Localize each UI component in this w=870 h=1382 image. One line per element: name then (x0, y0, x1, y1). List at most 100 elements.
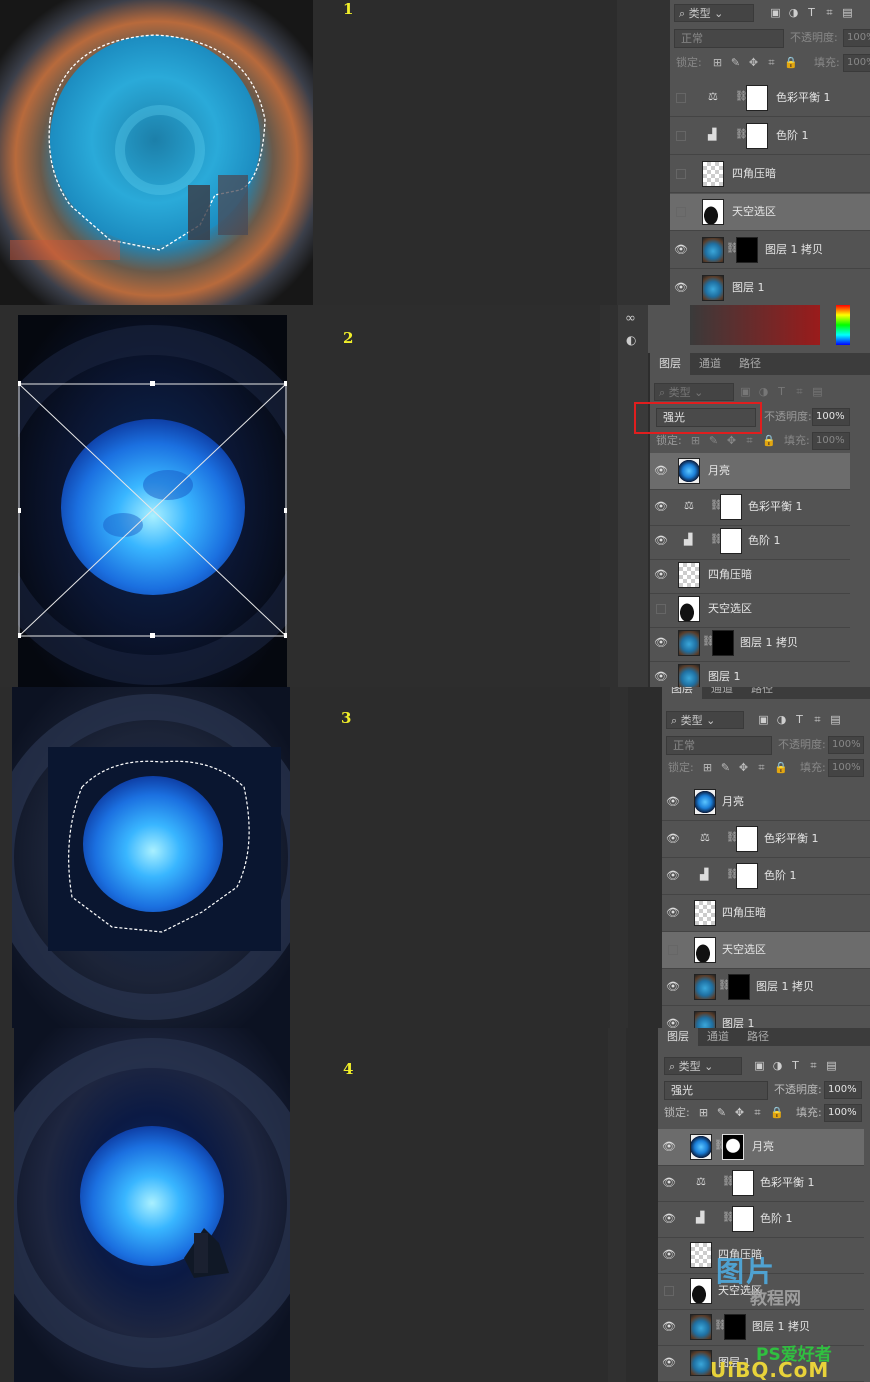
opacity-field[interactable]: 100% (812, 408, 850, 426)
visibility-box[interactable] (676, 169, 686, 179)
eye-icon[interactable]: 👁 (666, 1017, 680, 1028)
eye-icon[interactable]: 👁 (654, 636, 668, 650)
layer-mask-thumb[interactable] (736, 237, 758, 263)
smart-object-filter-icon[interactable]: ▤ (826, 1057, 837, 1075)
eye-icon[interactable]: 👁 (662, 1212, 676, 1226)
visibility-box[interactable] (656, 604, 666, 614)
eye-icon[interactable]: 👁 (662, 1320, 676, 1334)
layer-thumb[interactable] (694, 974, 716, 1000)
type-filter-icon[interactable]: T (806, 4, 817, 22)
layer-name[interactable]: 天空选区 (722, 942, 766, 958)
layer-name[interactable]: 图层 1 拷贝 (740, 635, 798, 651)
tab-paths[interactable]: 路径 (738, 1028, 778, 1046)
tab-channels[interactable]: 通道 (690, 353, 730, 375)
layer-thumb[interactable] (702, 275, 724, 301)
layer-row-vignette[interactable]: 👁 四角压暗 (650, 557, 850, 594)
layer-name[interactable]: 色彩平衡 1 (760, 1175, 815, 1191)
layer-name[interactable]: 色彩平衡 1 (764, 831, 819, 847)
layer-name[interactable]: 色阶 1 (776, 128, 809, 144)
lock-artboard-icon[interactable]: ⌗ (756, 759, 767, 777)
layer-row-color-balance[interactable]: 👁 ⚖ ⛓ 色彩平衡 1 (662, 821, 870, 858)
blend-mode-select[interactable]: 正常 (666, 736, 772, 755)
eye-icon[interactable]: 👁 (662, 1176, 676, 1190)
shape-filter-icon[interactable]: ⌗ (824, 4, 835, 22)
fill-field[interactable]: 100% (824, 1104, 862, 1122)
layer-thumb[interactable] (702, 161, 724, 187)
layer-name[interactable]: 色阶 1 (748, 533, 781, 549)
cc-libraries-icon[interactable]: ∞ (625, 311, 636, 326)
layer-row-moon[interactable]: 👁 月亮 (650, 453, 850, 490)
visibility-box[interactable] (664, 1286, 674, 1296)
tab-channels[interactable]: 通道 (698, 1028, 738, 1046)
layer-thumb[interactable] (694, 1011, 716, 1028)
layer-name[interactable]: 图层 1 拷贝 (765, 242, 823, 258)
filter-kind-select[interactable]: ⌕ 类型 ⌄ (654, 383, 734, 401)
tab-layers[interactable]: 图层 (650, 353, 690, 375)
layer-row-color-balance[interactable]: 👁 ⚖ ⛓ 色彩平衡 1 (658, 1165, 864, 1202)
lock-paint-icon[interactable]: ✎ (720, 759, 731, 777)
adjustment-filter-icon[interactable]: ◑ (758, 383, 769, 401)
lock-all-icon[interactable]: 🔒 (784, 54, 798, 72)
layer-name[interactable]: 色阶 1 (764, 868, 797, 884)
layer-row-moon[interactable]: 👁 月亮 (662, 784, 870, 821)
layer-mask-thumb[interactable] (724, 1314, 746, 1340)
lock-transparent-icon[interactable]: ⊞ (698, 1104, 709, 1122)
hue-slider[interactable] (836, 305, 850, 345)
layer-mask-thumb[interactable] (728, 974, 750, 1000)
lock-move-icon[interactable]: ✥ (734, 1104, 745, 1122)
visibility-box[interactable] (676, 131, 686, 141)
lock-all-icon[interactable]: 🔒 (774, 759, 788, 777)
layer-name[interactable]: 四角压暗 (732, 166, 776, 182)
tab-channels[interactable]: 通道 (702, 687, 742, 699)
layer-mask-thumb[interactable] (746, 123, 768, 149)
adjustment-filter-icon[interactable]: ◑ (776, 711, 787, 729)
layer-name[interactable]: 图层 1 (722, 1016, 755, 1028)
lock-paint-icon[interactable]: ✎ (708, 432, 719, 450)
opacity-field[interactable]: 100% (843, 29, 870, 47)
visibility-box[interactable] (676, 207, 686, 217)
shape-filter-icon[interactable]: ⌗ (812, 711, 823, 729)
type-filter-icon[interactable]: T (794, 711, 805, 729)
smart-object-filter-icon[interactable]: ▤ (812, 383, 823, 401)
tab-layers[interactable]: 图层 (662, 687, 702, 699)
layer-thumb[interactable] (694, 789, 716, 815)
layer-row-levels[interactable]: ▟ ⛓ 色阶 1 (670, 118, 870, 155)
layer-thumb[interactable] (694, 937, 716, 963)
lock-move-icon[interactable]: ✥ (748, 54, 759, 72)
layer-thumb[interactable] (678, 562, 700, 588)
eye-icon[interactable]: 👁 (662, 1140, 676, 1154)
layer-name[interactable]: 色彩平衡 1 (776, 90, 831, 106)
layer-thumb[interactable] (702, 199, 724, 225)
shape-filter-icon[interactable]: ⌗ (808, 1057, 819, 1075)
layer-name[interactable]: 色阶 1 (760, 1211, 793, 1227)
image-filter-icon[interactable]: ▣ (758, 711, 769, 729)
layer-row-levels[interactable]: 👁 ▟ ⛓ 色阶 1 (662, 858, 870, 895)
type-filter-icon[interactable]: T (776, 383, 787, 401)
lock-paint-icon[interactable]: ✎ (716, 1104, 727, 1122)
type-filter-icon[interactable]: T (790, 1057, 801, 1075)
layer-name[interactable]: 色彩平衡 1 (748, 499, 803, 515)
layer-row-layer1-copy[interactable]: 👁 ⛓ 图层 1 拷贝 (650, 625, 850, 662)
layer-mask-thumb[interactable] (746, 85, 768, 111)
layer-name[interactable]: 图层 1 拷贝 (752, 1319, 810, 1335)
lock-transparent-icon[interactable]: ⊞ (690, 432, 701, 450)
lock-transparent-icon[interactable]: ⊞ (712, 54, 723, 72)
layer-thumb[interactable] (690, 1242, 712, 1268)
layer-mask-thumb[interactable] (712, 630, 734, 656)
eye-icon[interactable]: 👁 (654, 568, 668, 582)
layer-thumb[interactable] (690, 1314, 712, 1340)
tab-paths[interactable]: 路径 (742, 687, 782, 699)
layer-row-levels[interactable]: 👁 ▟ ⛓ 色阶 1 (658, 1201, 864, 1238)
fill-field[interactable]: 100% (812, 432, 850, 450)
lock-transparent-icon[interactable]: ⊞ (702, 759, 713, 777)
layer-thumb[interactable] (678, 664, 700, 687)
eye-icon[interactable]: 👁 (666, 869, 680, 883)
lock-move-icon[interactable]: ✥ (726, 432, 737, 450)
layer-row-color-balance[interactable]: 👁 ⚖ ⛓ 色彩平衡 1 (650, 489, 850, 526)
eye-icon[interactable]: 👁 (666, 832, 680, 846)
layer-mask-thumb[interactable] (720, 528, 742, 554)
layer-mask-thumb[interactable] (720, 494, 742, 520)
layer-thumb[interactable] (690, 1350, 712, 1376)
layer-row-levels[interactable]: 👁 ▟ ⛓ 色阶 1 (650, 523, 850, 560)
image-filter-icon[interactable]: ▣ (740, 383, 751, 401)
